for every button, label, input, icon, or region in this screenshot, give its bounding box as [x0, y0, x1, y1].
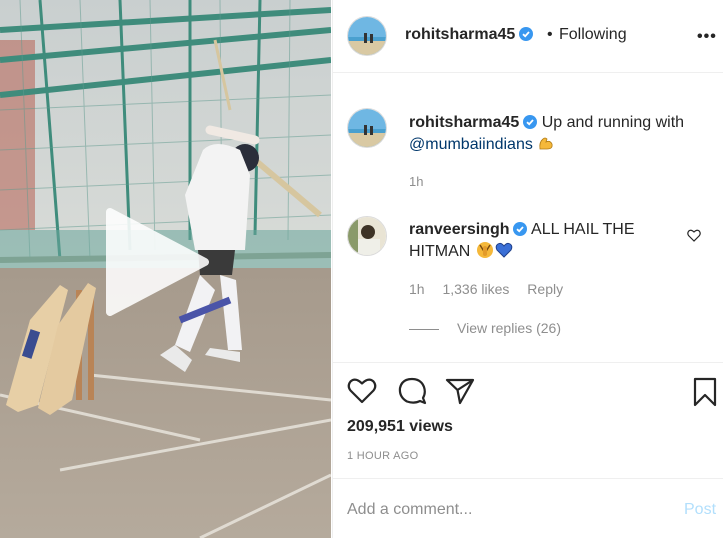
replies-line: [409, 329, 439, 330]
header-separator: •: [547, 26, 553, 43]
author-avatar[interactable]: [347, 16, 387, 56]
caption-mention-link[interactable]: @mumbaiindians: [409, 136, 533, 153]
post-panel: rohitsharma45 • Following ••• rohitsharm…: [332, 0, 723, 538]
comment-reply-button[interactable]: Reply: [527, 281, 563, 297]
caption-username[interactable]: rohitsharma45: [409, 114, 519, 131]
caption-avatar[interactable]: [347, 108, 387, 148]
comment-icon[interactable]: [397, 376, 427, 406]
video-frame: [0, 0, 331, 538]
comment-username[interactable]: ranveersingh: [409, 221, 509, 238]
post-comment-button[interactable]: Post: [684, 501, 716, 519]
share-icon[interactable]: [445, 377, 475, 405]
comment-input[interactable]: Add a comment...: [347, 501, 472, 519]
view-replies-button[interactable]: View replies (26): [457, 320, 561, 336]
verified-badge-icon: [513, 222, 528, 236]
commenter-avatar[interactable]: [347, 216, 387, 256]
caption-time[interactable]: 1h: [409, 174, 423, 189]
comment-likes[interactable]: 1,336 likes: [442, 281, 509, 297]
comment-meta: 1h 1,336 likes Reply: [409, 281, 577, 297]
more-options-icon[interactable]: •••: [697, 28, 717, 46]
caption-text: Up and running with: [541, 114, 685, 131]
comment-like-icon[interactable]: [687, 229, 701, 242]
view-count[interactable]: 209,951 views: [347, 418, 453, 436]
header-divider: [333, 72, 723, 73]
actions-divider: [333, 362, 723, 363]
flexed-biceps-icon: [539, 137, 553, 150]
like-icon[interactable]: [347, 377, 377, 404]
post-timestamp: 1 HOUR AGO: [347, 450, 419, 462]
author-username-text[interactable]: rohitsharma45: [405, 26, 515, 43]
post-video[interactable]: [0, 0, 331, 538]
comment-time[interactable]: 1h: [409, 281, 425, 297]
verified-badge-icon: [519, 27, 534, 41]
author-username[interactable]: rohitsharma45: [405, 26, 534, 44]
praying-face-icon: [476, 242, 493, 258]
save-icon[interactable]: [693, 377, 717, 407]
following-button[interactable]: Following: [559, 26, 627, 44]
post-caption: rohitsharma45 Up and running with @mumba…: [409, 112, 699, 156]
blue-heart-icon: [495, 242, 513, 258]
comment-body: ranveersingh ALL HAIL THE HITMAN: [409, 219, 689, 263]
composer-divider: [333, 478, 723, 479]
verified-badge-icon: [523, 115, 538, 129]
